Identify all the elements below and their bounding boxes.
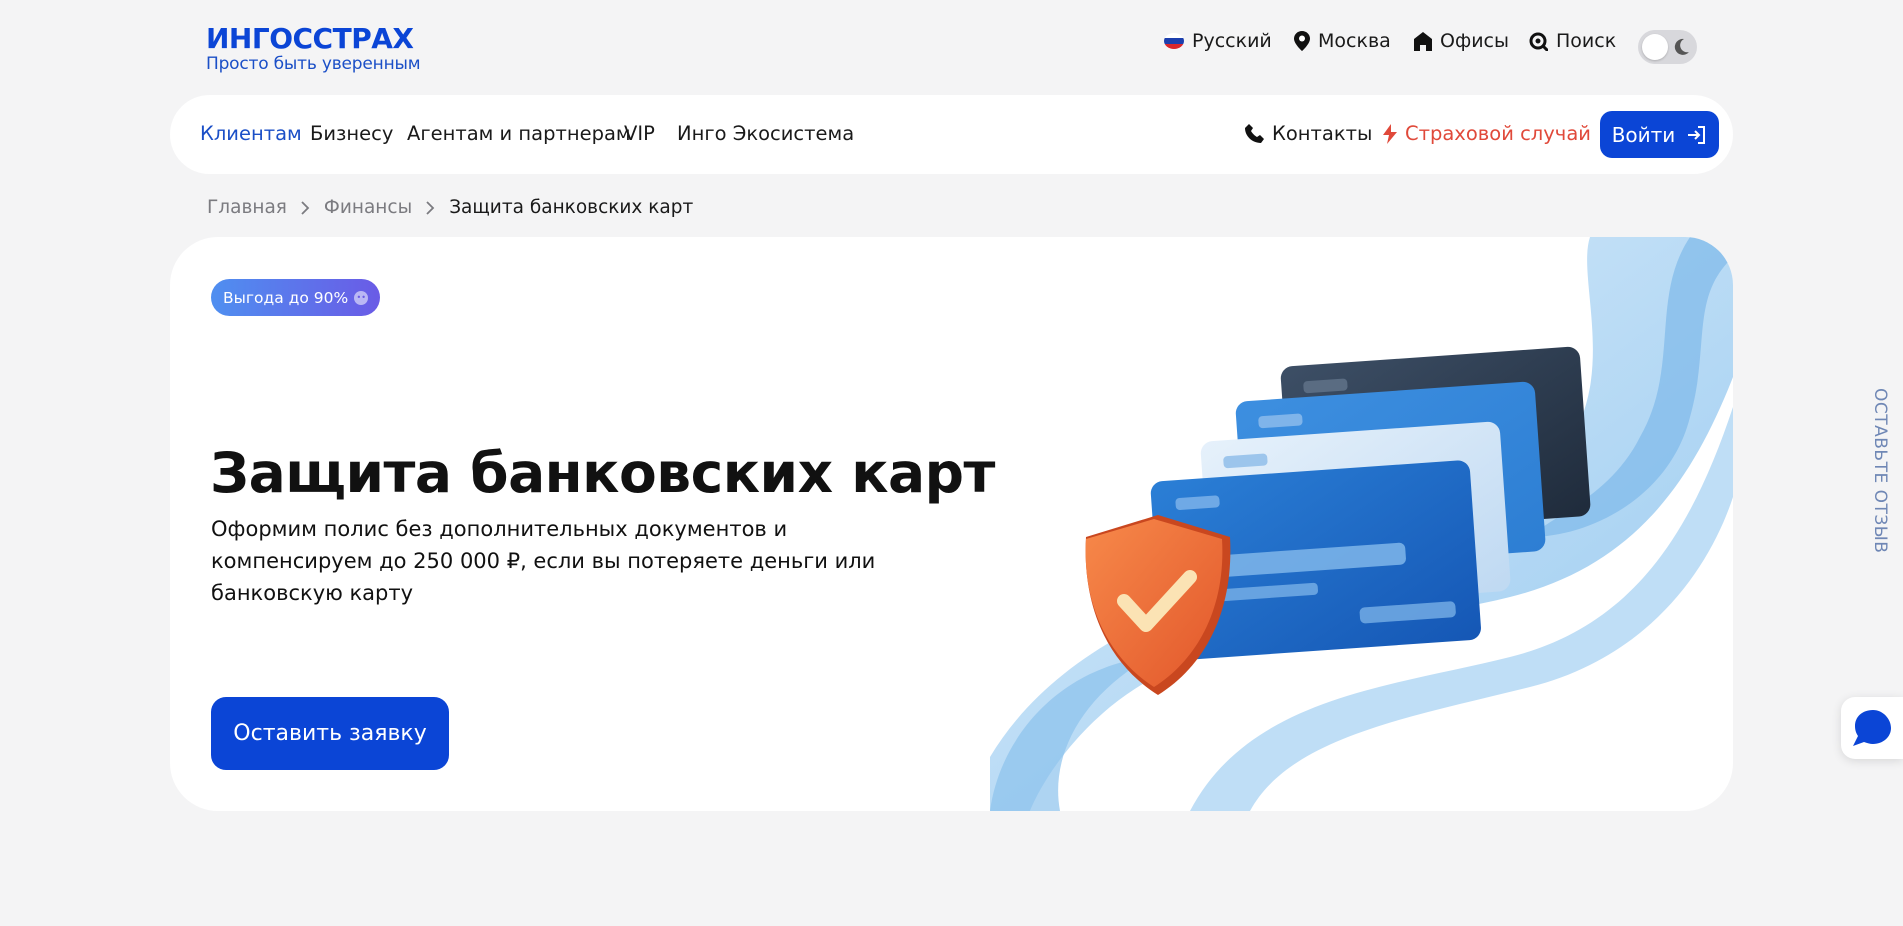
- feedback-label: ОСТАВЬТЕ ОТЗЫВ: [1870, 388, 1890, 554]
- hero-description: Оформим полис без дополнительных докумен…: [211, 517, 876, 605]
- breadcrumb: Главная Финансы Защита банковских карт: [207, 197, 693, 218]
- city-label: Москва: [1318, 30, 1391, 52]
- nav-item-agents[interactable]: Агентам и партнерам: [407, 122, 631, 145]
- chat-bubble-icon: [1853, 710, 1891, 746]
- claim-label: Страховой случай: [1405, 122, 1591, 145]
- language-label: Русский: [1192, 30, 1272, 52]
- insurance-claim-link[interactable]: Страховой случай: [1383, 122, 1591, 145]
- login-label: Войти: [1611, 122, 1676, 147]
- phone-icon: [1245, 124, 1264, 143]
- submit-request-button[interactable]: Оставить заявку: [211, 697, 449, 770]
- badge-label: Выгода до 90%: [223, 288, 349, 307]
- login-button[interactable]: Войти: [1600, 111, 1719, 158]
- city-selector[interactable]: Москва: [1294, 30, 1391, 52]
- search-label: Поиск: [1556, 30, 1617, 52]
- breadcrumb-current: Защита банковских карт: [449, 197, 694, 218]
- nav-item-ecosystem[interactable]: Инго Экосистема: [677, 122, 854, 145]
- top-utility-bar: ИНГОССТРАХ Просто быть уверенным Русский…: [0, 0, 1903, 94]
- nav-item-vip[interactable]: VIP: [624, 122, 655, 145]
- chat-widget-button[interactable]: [1841, 697, 1903, 759]
- breadcrumb-home[interactable]: Главная: [207, 197, 287, 218]
- location-pin-icon: [1294, 31, 1310, 51]
- nav-item-business[interactable]: Бизнесу: [310, 122, 393, 145]
- logo-wordmark: ИНГОССТРАХ: [206, 22, 414, 55]
- moon-icon: [1674, 38, 1689, 55]
- search-link[interactable]: Поиск: [1529, 30, 1616, 52]
- discount-badge: Выгода до 90% ••: [211, 279, 381, 316]
- info-dot-icon: ••: [354, 290, 369, 305]
- sign-in-icon: [1688, 125, 1706, 144]
- search-icon: [1529, 32, 1548, 51]
- nav-item-clients[interactable]: Клиентам: [200, 122, 302, 145]
- page-title: Защита банковских карт: [210, 441, 995, 505]
- language-selector[interactable]: Русский: [1164, 30, 1272, 52]
- main-nav: Клиентам Бизнесу Агентам и партнерам VIP…: [170, 95, 1733, 174]
- breadcrumb-finance[interactable]: Финансы: [324, 197, 412, 218]
- toggle-knob: [1642, 34, 1668, 60]
- cards-shield-illustration: [990, 237, 1733, 811]
- russia-flag-icon: [1164, 33, 1184, 49]
- offices-label: Офисы: [1440, 30, 1509, 52]
- house-icon: [1414, 31, 1432, 51]
- chevron-right-icon: [426, 200, 435, 215]
- chevron-right-icon: [301, 200, 310, 215]
- offices-link[interactable]: Офисы: [1414, 30, 1509, 52]
- theme-toggle[interactable]: [1638, 30, 1697, 64]
- feedback-tab[interactable]: ОСТАВЬТЕ ОТЗЫВ: [1866, 388, 1890, 553]
- brand-logo[interactable]: ИНГОССТРАХ Просто быть уверенным: [206, 22, 421, 75]
- contacts-label: Контакты: [1272, 122, 1373, 145]
- lightning-icon: [1383, 123, 1397, 144]
- hero-card: Выгода до 90% •• Защита банковских карт …: [170, 237, 1733, 811]
- contacts-link[interactable]: Контакты: [1245, 122, 1372, 145]
- logo-tagline: Просто быть уверенным: [206, 54, 421, 74]
